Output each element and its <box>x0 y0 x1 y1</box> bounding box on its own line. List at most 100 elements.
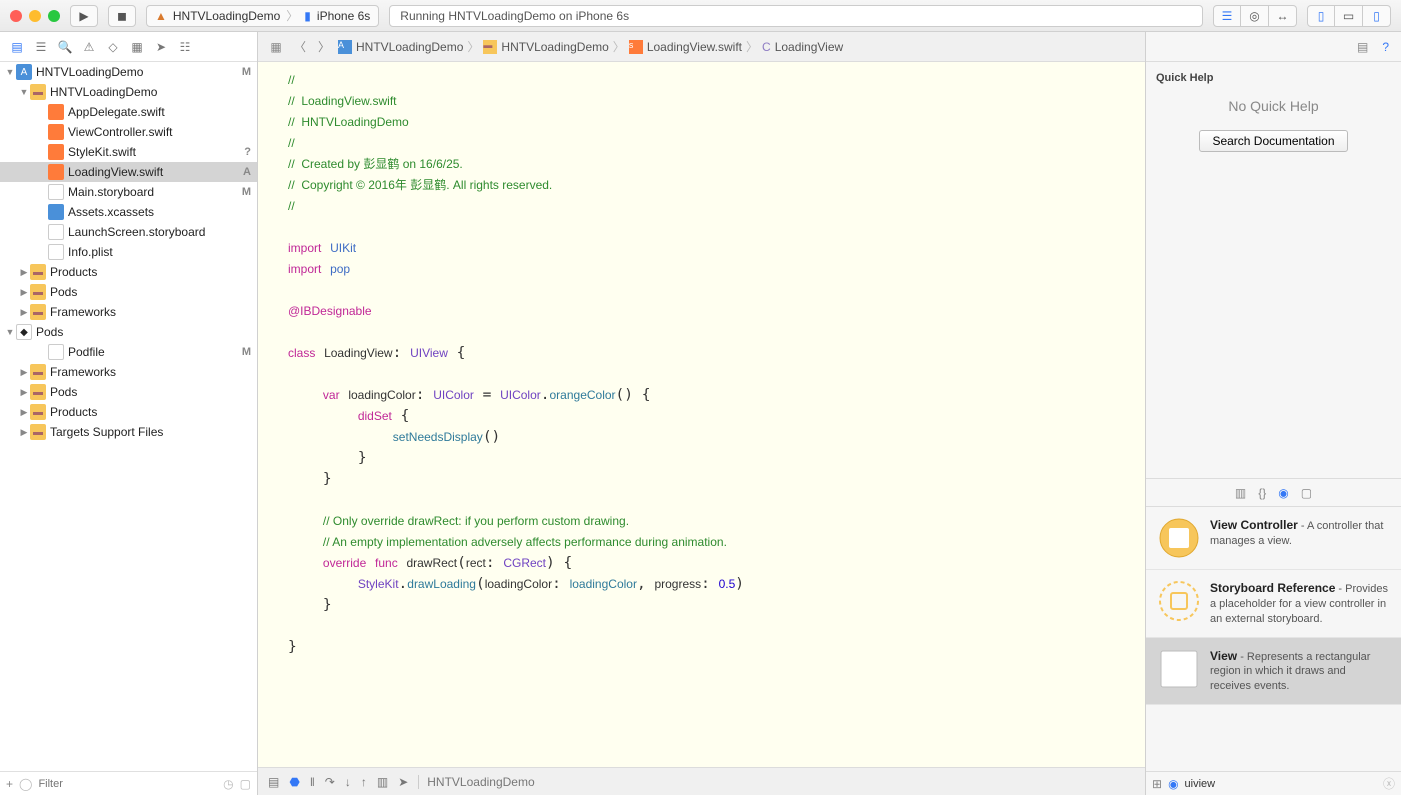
related-items-button[interactable]: ▦ <box>266 40 286 54</box>
tree-group[interactable]: ▼▬ HNTVLoadingDemo <box>0 82 257 102</box>
tree-pods-root[interactable]: ▼◆ Pods <box>0 322 257 342</box>
grid-list-toggle-icon[interactable]: ⊞ <box>1152 777 1162 791</box>
minimize-icon[interactable] <box>29 10 41 22</box>
folder-icon: ▬ <box>30 84 46 100</box>
inspector-panel: ▤ ? Quick Help No Quick Help Search Docu… <box>1145 32 1401 795</box>
tree-file[interactable]: Info.plist <box>0 242 257 262</box>
toggle-debug-area-icon[interactable]: ▤ <box>268 775 279 789</box>
file-inspector-icon[interactable]: ▤ <box>1357 40 1368 54</box>
recent-filter-icon[interactable]: ◷ <box>223 777 233 791</box>
media-library-icon[interactable]: ▢ <box>1301 486 1312 500</box>
swift-file-icon <box>48 104 64 120</box>
library-item-icon <box>1158 517 1200 559</box>
toggle-debug-button[interactable]: ▭ <box>1335 5 1363 27</box>
library-panel: ▥ {} ◉ ▢ View Controller - A controller … <box>1146 478 1401 795</box>
tree-group[interactable]: ▶▬Targets Support Files <box>0 422 257 442</box>
tree-file[interactable]: AppDelegate.swift <box>0 102 257 122</box>
report-navigator-icon[interactable]: ☷ <box>176 38 194 56</box>
forward-button[interactable]: 〉 <box>314 38 334 55</box>
back-button[interactable]: 〈 <box>290 38 310 55</box>
tree-file[interactable]: Main.storyboardM <box>0 182 257 202</box>
sb-file-icon <box>48 184 64 200</box>
project-navigator-icon[interactable]: ▤ <box>8 38 26 56</box>
assistant-editor-button[interactable]: ◎ <box>1241 5 1269 27</box>
navigator-filter-input[interactable] <box>38 778 217 790</box>
toggle-navigator-button[interactable]: ▯ <box>1307 5 1335 27</box>
library-item[interactable]: View - Represents a rectangular region i… <box>1146 638 1401 706</box>
jump-crumb[interactable]: C LoadingView <box>762 40 843 54</box>
close-icon[interactable] <box>10 10 22 22</box>
search-documentation-button[interactable]: Search Documentation <box>1199 130 1347 152</box>
tree-group[interactable]: ▶▬Frameworks <box>0 362 257 382</box>
tree-file[interactable]: Assets.xcassets <box>0 202 257 222</box>
issue-navigator-icon[interactable]: ⚠ <box>80 38 98 56</box>
pause-button[interactable]: ‖ <box>310 775 315 789</box>
scheme-app: HNTVLoadingDemo <box>173 9 280 23</box>
tree-group[interactable]: ▶▬Frameworks <box>0 302 257 322</box>
sb-file-icon <box>48 224 64 240</box>
file-template-library-icon[interactable]: ▥ <box>1235 486 1246 500</box>
toggle-inspector-button[interactable]: ▯ <box>1363 5 1391 27</box>
code-snippet-library-icon[interactable]: {} <box>1258 486 1266 500</box>
tree-file[interactable]: LoadingView.swiftA <box>0 162 257 182</box>
filter-icon: ◯ <box>19 777 32 791</box>
step-out-button[interactable]: ↑ <box>361 775 367 789</box>
project-icon: ◆ <box>16 324 32 340</box>
add-button[interactable]: + <box>6 777 13 791</box>
folder-icon: ▬ <box>30 304 46 320</box>
tree-group[interactable]: ▶▬Products <box>0 402 257 422</box>
app-icon: ▲ <box>155 9 167 23</box>
scheme-selector[interactable]: ▲ HNTVLoadingDemo 〉 ▮ iPhone 6s <box>146 5 379 27</box>
debug-bar: ▤ ⬣ ‖ ↷ ↓ ↑ ▥ ➤ HNTVLoadingDemo <box>258 767 1145 795</box>
scm-filter-icon[interactable]: ▢ <box>240 777 251 791</box>
debug-view-hierarchy-button[interactable]: ▥ <box>377 775 388 789</box>
breakpoints-button[interactable]: ⬣ <box>289 775 299 789</box>
asset-file-icon <box>48 204 64 220</box>
tree-group[interactable]: ▶▬Pods <box>0 382 257 402</box>
jump-crumb[interactable]: ▬HNTVLoadingDemo <box>483 40 608 54</box>
folder-icon: ▬ <box>30 264 46 280</box>
titlebar: ▶ ◼ ▲ HNTVLoadingDemo 〉 ▮ iPhone 6s Runn… <box>0 0 1401 32</box>
tree-group[interactable]: ▶▬Products <box>0 262 257 282</box>
inspector-selector-bar: ▤ ? <box>1146 32 1401 62</box>
library-item[interactable]: View Controller - A controller that mana… <box>1146 507 1401 570</box>
object-library-icon[interactable]: ◉ <box>1278 486 1288 500</box>
stop-button[interactable]: ◼ <box>108 5 136 27</box>
tree-project-root[interactable]: ▼A HNTVLoadingDemo M <box>0 62 257 82</box>
breakpoint-navigator-icon[interactable]: ➤ <box>152 38 170 56</box>
library-selector-bar: ▥ {} ◉ ▢ <box>1146 479 1401 507</box>
step-into-button[interactable]: ↓ <box>345 775 351 789</box>
library-list: View Controller - A controller that mana… <box>1146 507 1401 771</box>
tree-file[interactable]: LaunchScreen.storyboard <box>0 222 257 242</box>
test-navigator-icon[interactable]: ◇ <box>104 38 122 56</box>
swift-file-icon <box>48 164 64 180</box>
jump-crumb[interactable]: sLoadingView.swift <box>629 40 742 54</box>
debug-navigator-icon[interactable]: ▦ <box>128 38 146 56</box>
tree-podfile[interactable]: Podfile M <box>0 342 257 362</box>
zoom-icon[interactable] <box>48 10 60 22</box>
jump-crumb[interactable]: AHNTVLoadingDemo <box>338 40 463 54</box>
find-navigator-icon[interactable]: 🔍 <box>56 38 74 56</box>
simulate-location-button[interactable]: ➤ <box>398 775 408 789</box>
clear-filter-button[interactable]: ⓧ <box>1383 775 1395 792</box>
library-item-label: Storyboard Reference - Provides a placeh… <box>1210 580 1389 627</box>
library-item[interactable]: Storyboard Reference - Provides a placeh… <box>1146 570 1401 638</box>
version-editor-button[interactable]: ↔ <box>1269 5 1297 27</box>
tree-file[interactable]: StyleKit.swift? <box>0 142 257 162</box>
run-button[interactable]: ▶ <box>70 5 98 27</box>
panel-toggle-group: ▯ ▭ ▯ <box>1307 5 1391 27</box>
editor-mode-group: ☰ ◎ ↔ <box>1213 5 1297 27</box>
library-filter-input[interactable] <box>1185 778 1377 790</box>
tree-file[interactable]: ViewController.swift <box>0 122 257 142</box>
step-over-button[interactable]: ↷ <box>325 775 335 789</box>
source-editor[interactable]: // // LoadingView.swift // HNTVLoadingDe… <box>258 62 1145 767</box>
swift-file-icon <box>48 144 64 160</box>
library-item-icon <box>1158 648 1200 690</box>
iphone-icon: ▮ <box>304 9 311 23</box>
standard-editor-button[interactable]: ☰ <box>1213 5 1241 27</box>
quick-help-inspector-icon[interactable]: ? <box>1382 40 1389 54</box>
symbol-navigator-icon[interactable]: ☰ <box>32 38 50 56</box>
project-icon: A <box>16 64 32 80</box>
library-item-label: View - Represents a rectangular region i… <box>1210 648 1389 695</box>
tree-group[interactable]: ▶▬Pods <box>0 282 257 302</box>
